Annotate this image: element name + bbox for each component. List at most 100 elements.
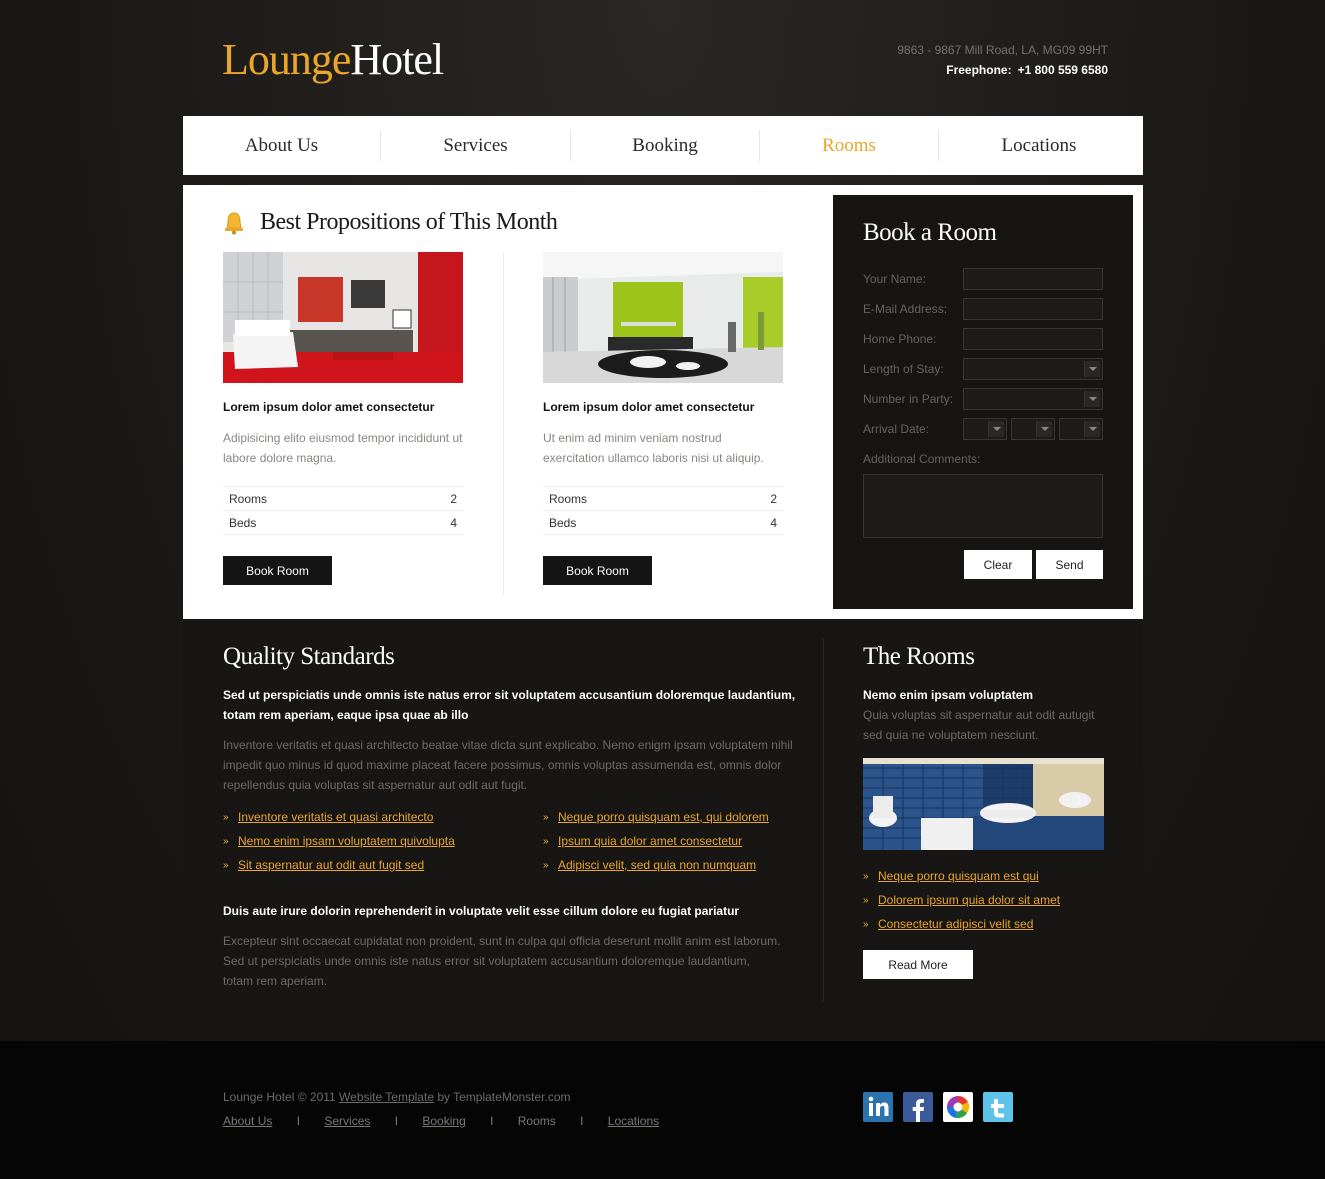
party-label: Number in Party: — [863, 392, 954, 406]
comments-textarea[interactable] — [863, 474, 1103, 538]
picasa-icon[interactable] — [943, 1092, 973, 1122]
rooms-label: Rooms — [223, 486, 398, 511]
link[interactable]: Inventore veritatis et quasi architecto — [238, 810, 433, 824]
chevron-right-icon: » — [863, 894, 869, 906]
chevron-down-icon — [988, 421, 1004, 437]
footer-nav: About Us I Services I Booking I Rooms I … — [223, 1114, 659, 1128]
room-photo[interactable] — [223, 252, 463, 383]
bathroom-photo[interactable] — [863, 758, 1104, 850]
footer-separator: I — [580, 1114, 584, 1128]
list-item: » Inventore veritatis et quasi architecto — [223, 805, 455, 829]
link[interactable]: Consectetur adipisci velit sed — [878, 917, 1033, 931]
footer: Lounge Hotel © 2011 Website Template by … — [0, 1041, 1325, 1179]
rooms-title: The Rooms — [863, 643, 975, 670]
nav-locations[interactable]: Locations — [939, 130, 1139, 161]
nav-about-us[interactable]: About Us — [183, 130, 381, 161]
booking-form: Book a Room Your Name: E-Mail Address: H… — [833, 195, 1133, 609]
book-room-button[interactable]: Book Room — [223, 556, 332, 585]
main-content: Best Propositions of This Month Lorem ip… — [183, 185, 1143, 619]
website-template-link[interactable]: Website Template — [339, 1090, 434, 1104]
chevron-down-icon — [1084, 391, 1100, 407]
beds-label: Beds — [543, 510, 718, 535]
rooms-label: Rooms — [543, 486, 718, 511]
chevron-right-icon: » — [543, 811, 549, 823]
read-more-button[interactable]: Read More — [863, 950, 973, 979]
arrival-year-select[interactable] — [1059, 418, 1103, 440]
rooms-value: 2 — [717, 486, 783, 511]
email-label: E-Mail Address: — [863, 302, 948, 316]
freephone-number: +1 800 559 6580 — [1017, 63, 1108, 77]
arrival-day-select[interactable] — [963, 418, 1007, 440]
proposition-card: Lorem ipsum dolor amet consectetur Adipi… — [223, 252, 463, 585]
facebook-icon[interactable] — [903, 1092, 933, 1122]
quality-intro: Sed ut perspiciatis unde omnis iste natu… — [223, 688, 796, 722]
chevron-right-icon: » — [223, 811, 229, 823]
list-item: » Dolorem ipsum quia dolor sit amet — [863, 888, 1060, 912]
proposition-title: Lorem ipsum dolor amet consectetur — [223, 400, 435, 414]
link[interactable]: Sit aspernatur aut odit aut fugit sed — [238, 858, 424, 872]
chevron-down-icon — [1036, 421, 1052, 437]
quality-title: Quality Standards — [223, 643, 395, 670]
bell-icon — [223, 211, 245, 235]
chevron-down-icon — [1084, 421, 1100, 437]
footer-link-about-us[interactable]: About Us — [223, 1114, 272, 1128]
list-item: » Neque porro quisquam est qui — [863, 864, 1060, 888]
link[interactable]: Nemo enim ipsam voluptatem quivolupta — [238, 834, 455, 848]
comments-label: Additional Comments: — [863, 452, 981, 466]
quality-text-2: Excepteur sint occaecat cupidatat non pr… — [223, 934, 781, 988]
rooms-links: » Neque porro quisquam est qui » Dolorem i… — [863, 864, 1060, 936]
table-row: Rooms 2 — [223, 486, 463, 511]
propositions-title: Best Propositions of This Month — [260, 209, 558, 235]
logo[interactable]: LoungeHotel — [222, 35, 444, 84]
link[interactable]: Dolorem ipsum quia dolor sit amet — [878, 893, 1060, 907]
list-item: » Sit aspernatur aut odit aut fugit sed — [223, 853, 455, 877]
divider — [823, 639, 824, 1001]
nav-services[interactable]: Services — [381, 130, 571, 161]
proposition-description: Ut enim ad minim veniam nostrud exercita… — [543, 431, 764, 465]
arrival-label: Arrival Date: — [863, 422, 930, 436]
list-item: » Adipisci velit, sed quia non numquam — [543, 853, 769, 877]
propositions-header: Best Propositions of This Month — [223, 209, 558, 236]
link[interactable]: Neque porro quisquam est qui — [878, 869, 1039, 883]
phone-input[interactable] — [963, 328, 1103, 350]
nav-rooms[interactable]: Rooms — [760, 130, 939, 161]
link[interactable]: Adipisci velit, sed quia non numquam — [558, 858, 756, 872]
email-input[interactable] — [963, 298, 1103, 320]
list-item: » Ipsum quia dolor amet consectetur — [543, 829, 769, 853]
name-input[interactable] — [963, 268, 1103, 290]
chevron-right-icon: » — [863, 870, 869, 882]
link[interactable]: Ipsum quia dolor amet consectetur — [558, 834, 742, 848]
footer-link-services[interactable]: Services — [324, 1114, 370, 1128]
linkedin-icon[interactable] — [863, 1092, 893, 1122]
footer-separator: I — [394, 1114, 399, 1128]
footer-link-rooms[interactable]: Rooms — [518, 1114, 556, 1128]
rooms-value: 2 — [397, 486, 463, 511]
arrival-month-select[interactable] — [1011, 418, 1055, 440]
twitter-icon[interactable] — [983, 1092, 1013, 1122]
rooms-text: Quia voluptas sit aspernatur aut odit au… — [863, 708, 1095, 742]
table-row: Rooms 2 — [543, 486, 783, 511]
logo-part1: Lounge — [222, 35, 351, 84]
copyright: Lounge Hotel © 2011 Website Template by … — [223, 1090, 571, 1104]
send-button[interactable]: Send — [1036, 550, 1103, 579]
stay-label: Length of Stay: — [863, 362, 944, 376]
rooms-subtitle: Nemo enim ipsam voluptatem — [863, 688, 1034, 702]
freephone-label: Freephone: — [946, 63, 1012, 77]
footer-link-locations[interactable]: Locations — [608, 1114, 659, 1128]
main-nav: About Us Services Booking Rooms Location… — [183, 116, 1143, 175]
phone-label: Home Phone: — [863, 332, 937, 346]
clear-button[interactable]: Clear — [964, 550, 1032, 579]
chevron-right-icon: » — [223, 859, 229, 871]
nav-booking[interactable]: Booking — [571, 130, 760, 161]
book-room-button[interactable]: Book Room — [543, 556, 652, 585]
stay-select[interactable] — [963, 358, 1103, 380]
party-select[interactable] — [963, 388, 1103, 410]
list-item: » Nemo enim ipsam voluptatem quivolupta — [223, 829, 455, 853]
list-item: » Consectetur adipisci velit sed — [863, 912, 1060, 936]
room-photo[interactable] — [543, 252, 783, 383]
link[interactable]: Neque porro quisquam est, qui dolorem — [558, 810, 769, 824]
quality-subtitle: Duis aute irure dolorin reprehenderit in… — [223, 904, 740, 918]
logo-part2: Hotel — [350, 35, 444, 84]
chevron-right-icon: » — [543, 859, 549, 871]
footer-link-booking[interactable]: Booking — [422, 1114, 465, 1128]
